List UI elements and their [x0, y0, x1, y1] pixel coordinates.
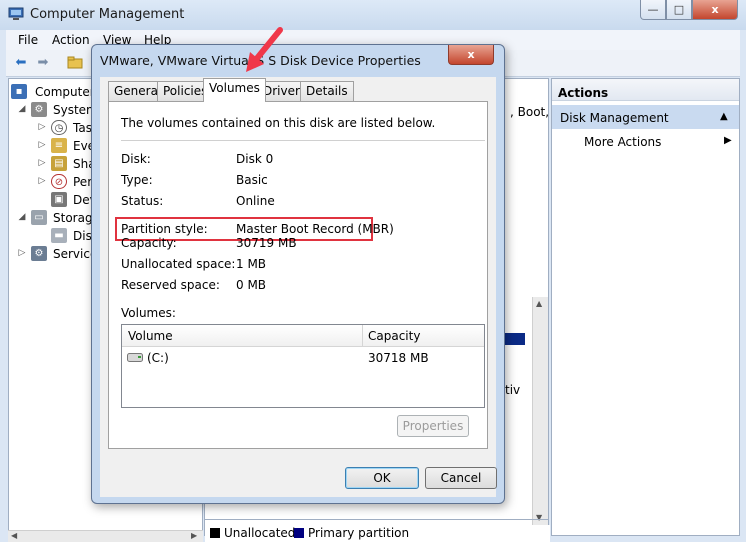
main-titlebar: Computer Management — □ x — [0, 0, 746, 30]
scroll-down-icon[interactable]: ▼ — [536, 513, 542, 522]
tree-item-label: Computer — [35, 85, 95, 99]
legend-primary-label: Primary partition — [308, 526, 410, 540]
unallocated-space-value: 1 MB — [236, 257, 267, 271]
properties-button[interactable]: Properties — [397, 415, 469, 437]
actions-disk-management[interactable]: Disk Management ▲ — [552, 105, 739, 129]
window-title: Computer Management — [30, 7, 185, 22]
forward-arrow-icon[interactable]: ➡ — [34, 55, 52, 71]
unallocated-space-label: Unallocated space: — [121, 257, 236, 271]
dialog-body: General Policies Volumes Driver Details … — [100, 77, 497, 497]
volumes-list-header: Volume Capacity — [122, 325, 484, 347]
capacity-label: Capacity: — [121, 236, 177, 250]
menu-file[interactable]: File — [18, 33, 38, 47]
expand-icon[interactable]: ▷ — [37, 158, 47, 168]
volumes-list[interactable]: Volume Capacity (C:) 30718 MB — [121, 324, 485, 408]
column-divider[interactable] — [362, 325, 363, 347]
services-icon: ⚙ — [31, 246, 47, 261]
partition-bar-fragment — [505, 333, 525, 345]
volume-name: (C:) — [147, 351, 169, 365]
partition-style-value: Master Boot Record (MBR) — [236, 222, 394, 236]
clock-icon: ◷ — [51, 120, 67, 135]
legend-unallocated-label: Unallocated — [224, 526, 296, 540]
volume-list-partial-text: , Boot, l — [510, 105, 557, 119]
type-value: Basic — [236, 173, 268, 187]
expand-icon[interactable]: ▷ — [37, 140, 47, 150]
device-manager-icon: ▣ — [51, 192, 67, 207]
minimize-button[interactable]: — — [640, 0, 666, 20]
scroll-right-icon[interactable]: ▶ — [191, 531, 197, 540]
annotation-arrow-icon — [246, 27, 283, 72]
tools-icon: ⚙ — [31, 102, 47, 117]
tab-details[interactable]: Details — [300, 81, 354, 101]
disk-legend: Unallocated Primary partition — [205, 525, 550, 542]
tab-volumes[interactable]: Volumes — [203, 78, 266, 102]
up-folder-icon[interactable] — [66, 55, 84, 71]
vertical-scrollbar[interactable] — [532, 297, 548, 525]
column-header-capacity[interactable]: Capacity — [368, 329, 420, 343]
horizontal-scrollbar[interactable]: ◀ ▶ — [8, 530, 203, 542]
storage-icon: ▭ — [31, 210, 47, 225]
dialog-close-button[interactable]: x — [448, 45, 494, 65]
type-label: Type: — [121, 173, 153, 187]
performance-icon: ⊘ — [51, 174, 67, 189]
scroll-left-icon[interactable]: ◀ — [11, 531, 17, 540]
expand-icon[interactable]: ▷ — [17, 248, 27, 258]
volumes-section-label: Volumes: — [121, 306, 176, 320]
menu-action[interactable]: Action — [52, 33, 90, 47]
status-value: Online — [236, 194, 275, 208]
actions-section-label: Disk Management — [560, 111, 669, 125]
disk-properties-dialog: VMware, VMware Virtual S S Disk Device P… — [91, 44, 505, 504]
expand-icon[interactable]: ▷ — [37, 176, 47, 186]
primary-partition-swatch — [294, 528, 304, 538]
volumes-tab-panel: The volumes contained on this disk are l… — [108, 101, 488, 449]
separator — [121, 140, 485, 141]
disk-value: Disk 0 — [236, 152, 274, 166]
collapse-up-icon[interactable]: ▲ — [720, 111, 728, 122]
collapse-icon[interactable]: ◢ — [17, 104, 27, 114]
more-actions-label: More Actions — [584, 135, 662, 149]
reserved-space-value: 0 MB — [236, 278, 267, 292]
computer-icon: ▪ — [11, 84, 27, 99]
back-arrow-icon[interactable]: ⬅ — [12, 55, 30, 71]
expand-icon[interactable]: ▷ — [37, 122, 47, 132]
status-label: Status: — [121, 194, 164, 208]
partition-style-label: Partition style: — [121, 222, 208, 236]
column-header-volume[interactable]: Volume — [128, 329, 173, 343]
actions-pane: Actions Disk Management ▲ More Actions ▶ — [551, 78, 740, 536]
partition-status-partial-text: tiv — [505, 383, 521, 397]
disk-label: Disk: — [121, 152, 151, 166]
submenu-arrow-icon: ▶ — [724, 135, 732, 146]
disk-icon: ▬ — [51, 228, 67, 243]
unallocated-swatch — [210, 528, 220, 538]
reserved-space-label: Reserved space: — [121, 278, 220, 292]
shared-folders-icon: ▤ — [51, 156, 67, 171]
cancel-button[interactable]: Cancel — [425, 467, 497, 489]
capacity-value: 30719 MB — [236, 236, 297, 250]
more-actions-item[interactable]: More Actions ▶ — [552, 131, 739, 153]
computer-management-icon — [8, 7, 24, 20]
volume-capacity: 30718 MB — [368, 351, 429, 365]
ok-button[interactable]: OK — [345, 467, 419, 489]
collapse-icon[interactable]: ◢ — [17, 212, 27, 222]
drive-icon — [127, 353, 143, 362]
tree-item-label: Tas — [73, 121, 92, 135]
volume-row[interactable]: (C:) 30718 MB — [122, 349, 484, 367]
event-viewer-icon: ≡ — [51, 138, 67, 153]
pane-divider — [205, 519, 548, 520]
volumes-intro-text: The volumes contained on this disk are l… — [121, 116, 436, 130]
actions-header: Actions — [552, 79, 739, 101]
scroll-up-icon[interactable]: ▲ — [536, 299, 542, 308]
maximize-button[interactable]: □ — [666, 0, 692, 20]
close-window-button[interactable]: x — [692, 0, 738, 20]
